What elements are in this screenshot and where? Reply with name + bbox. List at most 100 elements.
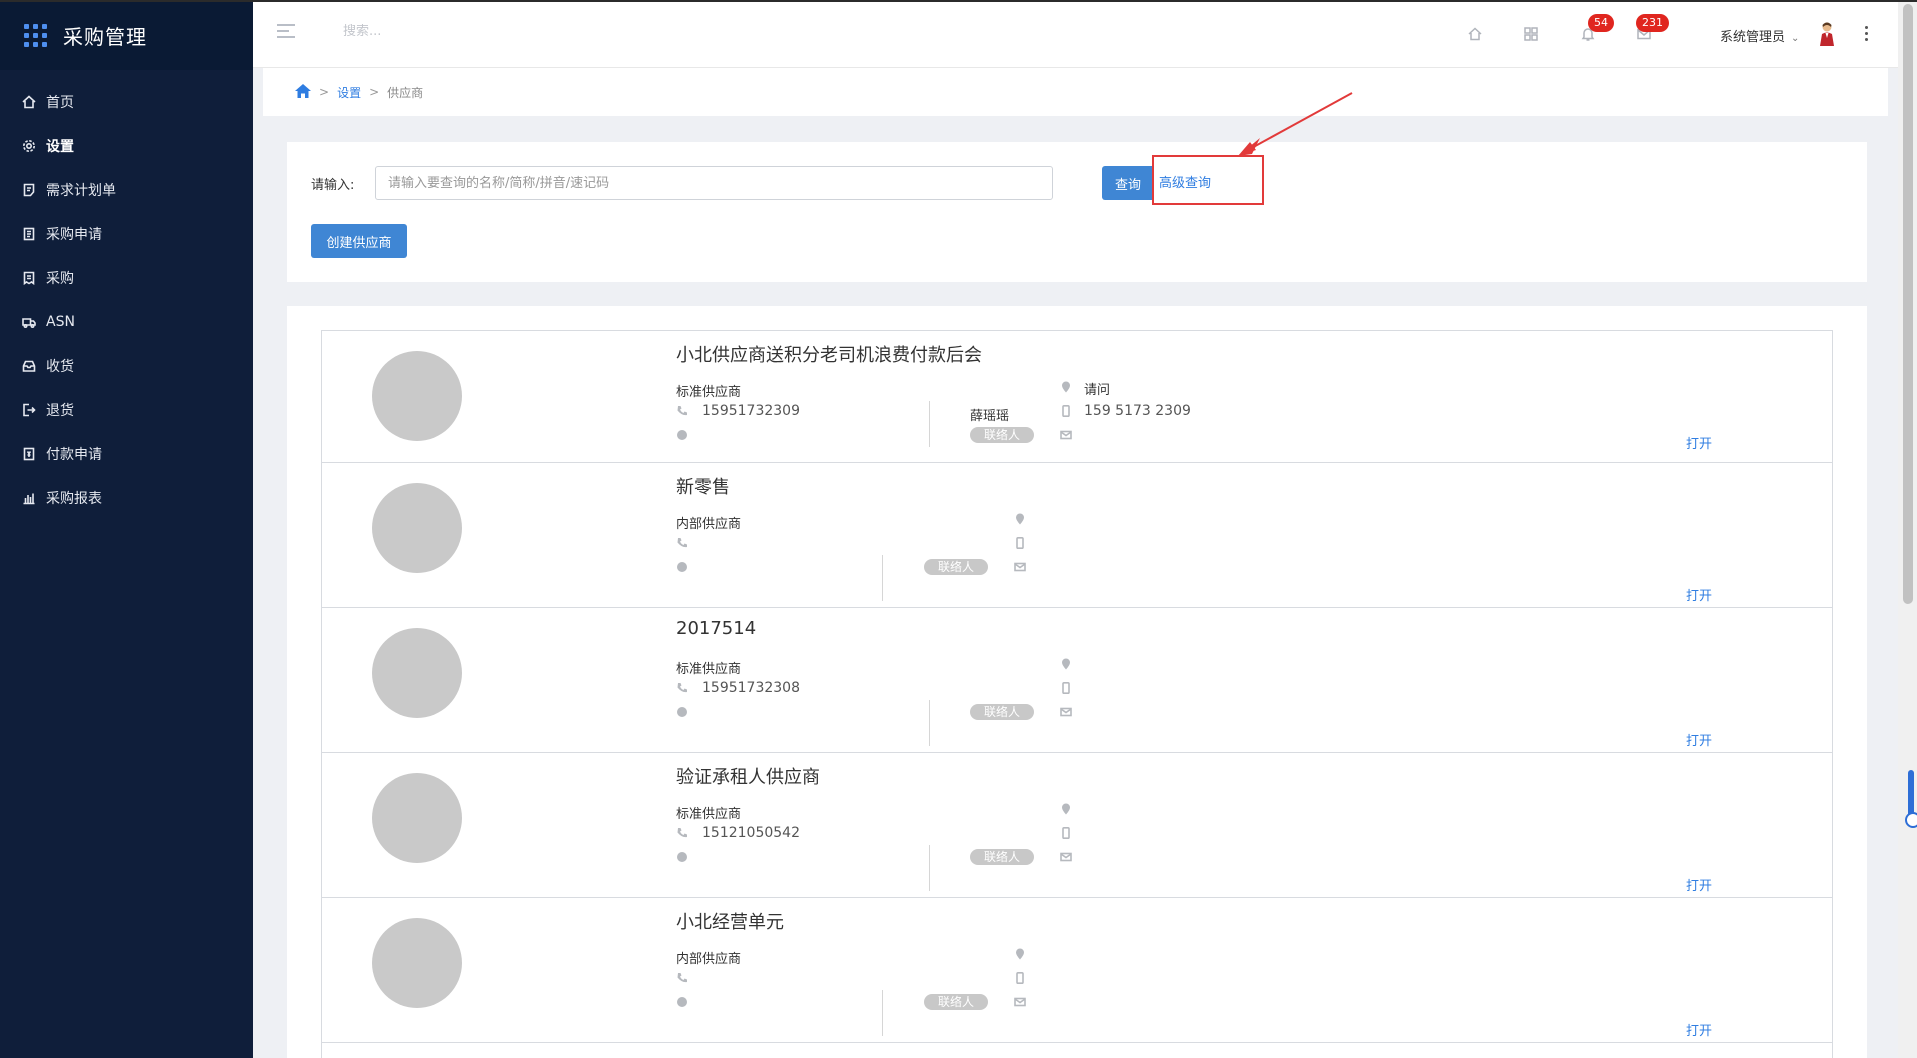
sidebar-item-purchase-report[interactable]: 采购报表 xyxy=(0,476,253,520)
supplier-name[interactable]: 验证承租人供应商 xyxy=(676,763,820,789)
sidebar-item-home[interactable]: 首页 xyxy=(0,80,253,124)
sidebar-item-label: 需求计划单 xyxy=(46,183,116,199)
home-shortcut-icon[interactable] xyxy=(1467,26,1485,44)
avatar[interactable] xyxy=(1816,20,1838,46)
contact-name: 薛瑶瑶 xyxy=(970,409,1010,424)
location-icon xyxy=(1014,513,1026,529)
advanced-search-link[interactable]: 高级查询 xyxy=(1159,172,1211,191)
email-icon xyxy=(1060,851,1072,867)
supplier-name[interactable]: 小北供应商送积分老司机浪费付款后会 xyxy=(676,341,982,367)
bell-icon[interactable]: 54 xyxy=(1580,14,1614,44)
open-supplier-link[interactable]: 打开 xyxy=(1686,585,1712,604)
bar-chart-icon xyxy=(22,491,36,505)
breadcrumb-current: 供应商 xyxy=(387,85,424,100)
supplier-card: 新零售 内部供应商 联络人 打开 xyxy=(321,462,1833,608)
open-supplier-link[interactable]: 打开 xyxy=(1686,875,1712,894)
temperature-widget-icon xyxy=(1905,770,1917,828)
email-icon xyxy=(1014,996,1026,1012)
supplier-card: 2017514 标准供应商 15951732308 联络人 打开 xyxy=(321,607,1833,753)
location-icon xyxy=(1060,381,1072,397)
contact-badge: 联络人 xyxy=(970,849,1035,865)
sidebar-item-return[interactable]: 退货 xyxy=(0,388,253,432)
supplier-phone: 15951732308 xyxy=(702,680,800,696)
phone-icon xyxy=(676,537,688,553)
sidebar-item-asn[interactable]: ASN xyxy=(0,300,253,344)
user-menu[interactable]: 系统管理员 ⌄ xyxy=(1720,26,1799,45)
mobile-icon xyxy=(1014,537,1026,553)
search-button[interactable]: 查询 xyxy=(1102,166,1154,200)
brand[interactable]: 采购管理 xyxy=(0,0,253,70)
apps-grid-icon[interactable] xyxy=(1523,26,1541,44)
email-icon xyxy=(1060,429,1072,445)
mobile-icon xyxy=(1014,972,1026,988)
supplier-logo xyxy=(372,628,462,718)
location-icon xyxy=(1060,803,1072,819)
supplier-name[interactable]: 小北经营单元 xyxy=(676,908,784,934)
app-grid-icon xyxy=(24,23,47,47)
app-title: 采购管理 xyxy=(63,24,147,49)
scrollbar-thumb[interactable] xyxy=(1903,4,1913,604)
phone-icon xyxy=(676,827,688,843)
sidebar-item-purchase-request[interactable]: 采购申请 xyxy=(0,212,253,256)
globe-icon xyxy=(676,996,688,1012)
sidebar-item-demand-plan[interactable]: 需求计划单 xyxy=(0,168,253,212)
supplier-type: 内部供应商 xyxy=(676,952,742,967)
contact-badge: 联络人 xyxy=(970,704,1035,720)
open-supplier-link[interactable]: 打开 xyxy=(1686,730,1712,749)
breadcrumb-settings[interactable]: 设置 xyxy=(337,84,361,101)
contact-badge: 联络人 xyxy=(970,427,1035,443)
supplier-mobile: 159 5173 2309 xyxy=(1084,403,1191,419)
supplier-phone: 15951732309 xyxy=(702,403,800,419)
create-supplier-button[interactable]: 创建供应商 xyxy=(311,224,407,258)
sidebar-item-settings[interactable]: 设置 xyxy=(0,124,253,168)
phone-icon xyxy=(676,682,688,698)
phone-icon xyxy=(676,405,688,421)
supplier-search-input[interactable] xyxy=(375,166,1053,200)
home-icon xyxy=(22,95,36,109)
sidebar-item-label: 采购申请 xyxy=(46,227,102,243)
menu-toggle-icon[interactable] xyxy=(277,24,295,38)
supplier-card xyxy=(321,1042,1833,1058)
sidebar-item-label: 设置 xyxy=(46,139,74,155)
notifications-badge: 54 xyxy=(1588,14,1614,32)
more-options-icon[interactable] xyxy=(1865,26,1869,44)
supplier-logo xyxy=(372,483,462,573)
open-supplier-link[interactable]: 打开 xyxy=(1686,1020,1712,1039)
global-search-input[interactable] xyxy=(343,24,543,39)
sidebar-item-label: ASN xyxy=(46,314,75,330)
open-supplier-link[interactable]: 打开 xyxy=(1686,433,1712,452)
messages-badge: 231 xyxy=(1636,14,1669,32)
mail-icon[interactable]: 231 xyxy=(1636,14,1669,44)
phone-icon xyxy=(676,972,688,988)
supplier-phone: 15121050542 xyxy=(702,825,800,841)
supplier-name[interactable]: 2017514 xyxy=(676,618,756,639)
sidebar-item-purchase[interactable]: 采购 xyxy=(0,256,253,300)
globe-icon xyxy=(676,851,688,867)
globe-icon xyxy=(676,429,688,445)
supplier-card: 小北供应商送积分老司机浪费付款后会 标准供应商 15951732309 薛瑶瑶 … xyxy=(321,330,1833,463)
payment-icon xyxy=(22,447,36,461)
supplier-list: 小北供应商送积分老司机浪费付款后会 标准供应商 15951732309 薛瑶瑶 … xyxy=(287,306,1867,1058)
globe-icon xyxy=(676,561,688,577)
query-panel: 请输入: 查询 高级查询 创建供应商 xyxy=(287,142,1867,282)
supplier-card: 小北经营单元 内部供应商 联络人 打开 xyxy=(321,897,1833,1043)
sidebar-item-payment-request[interactable]: 付款申请 xyxy=(0,432,253,476)
supplier-logo xyxy=(372,351,462,441)
globe-icon xyxy=(676,706,688,722)
window-top-border xyxy=(0,0,1917,2)
sidebar-item-label: 采购报表 xyxy=(46,491,102,507)
location-icon xyxy=(1014,948,1026,964)
page-scrollbar[interactable] xyxy=(1898,2,1917,1058)
supplier-name[interactable]: 新零售 xyxy=(676,473,730,499)
supplier-address: 请问 xyxy=(1084,383,1111,398)
clipboard-icon xyxy=(22,227,36,241)
chevron-down-icon: ⌄ xyxy=(1791,33,1800,44)
home-icon[interactable] xyxy=(295,83,311,101)
sidebar-item-receiving[interactable]: 收货 xyxy=(0,344,253,388)
supplier-card: 验证承租人供应商 标准供应商 15121050542 联络人 打开 xyxy=(321,752,1833,898)
sidebar: 采购管理 首页 设置 需求计划单 采购申请 采购 ASN 收货 退货 付款申请 … xyxy=(0,0,253,1058)
supplier-logo xyxy=(372,918,462,1008)
email-icon xyxy=(1060,706,1072,722)
top-header: 54 231 系统管理员 ⌄ xyxy=(253,2,1898,68)
truck-icon xyxy=(22,315,36,329)
